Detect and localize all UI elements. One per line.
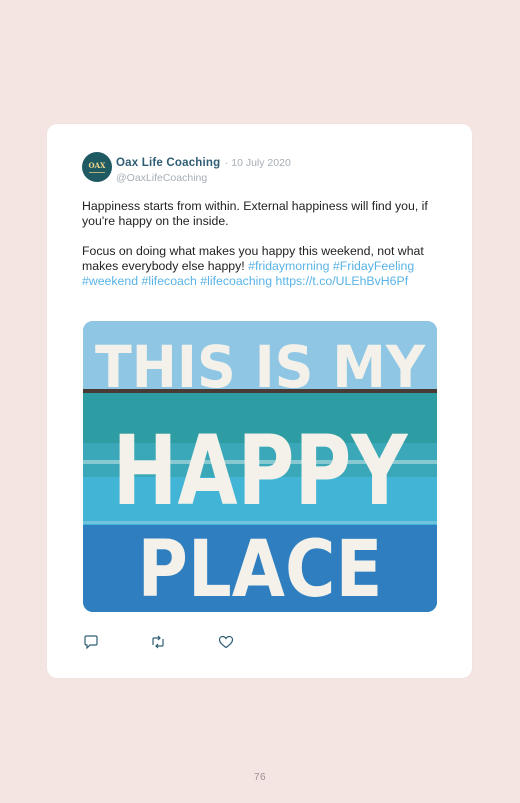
reply-icon[interactable] bbox=[83, 635, 99, 650]
url-link[interactable]: https://t.co/ULEhBvH6Pf bbox=[276, 274, 409, 288]
sign-text-line-1: THIS IS MY bbox=[95, 333, 426, 401]
account-handle[interactable]: @OaxLifeCoaching bbox=[116, 172, 291, 184]
tweet-date[interactable]: · 10 July 2020 bbox=[225, 157, 291, 169]
account-name[interactable]: Oax Life Coaching bbox=[116, 157, 220, 169]
sign-text-line-2: HAPPY bbox=[113, 415, 409, 527]
tweet-image[interactable]: THIS IS MY HAPPY PLACE bbox=[83, 321, 437, 612]
avatar[interactable]: OAX bbox=[82, 152, 112, 182]
tweet-text: Happiness starts from within. External h… bbox=[82, 199, 432, 304]
hashtag-link[interactable]: #lifecoaching bbox=[200, 274, 272, 288]
heart-icon[interactable] bbox=[218, 635, 234, 649]
avatar-logo-underline bbox=[89, 171, 105, 173]
tweet-card: OAX Oax Life Coaching · 10 July 2020 @Oa… bbox=[47, 124, 472, 678]
tweet-paragraph-1: Happiness starts from within. External h… bbox=[82, 199, 428, 228]
page-number: 76 bbox=[253, 772, 267, 783]
retweet-icon[interactable] bbox=[150, 635, 166, 649]
hashtag-link[interactable]: #FridayFeeling bbox=[333, 259, 414, 273]
hashtag-link[interactable]: #lifecoach bbox=[142, 274, 197, 288]
happy-place-sign: THIS IS MY HAPPY PLACE bbox=[83, 321, 437, 612]
tweet-paragraph-2: Focus on doing what makes you happy this… bbox=[82, 244, 432, 289]
sign-text-line-3: PLACE bbox=[138, 525, 383, 612]
avatar-logo-text: OAX bbox=[88, 160, 106, 170]
hashtag-link[interactable]: #fridaymorning bbox=[248, 259, 329, 273]
tweet-header: Oax Life Coaching · 10 July 2020 @OaxLif… bbox=[116, 153, 291, 184]
hashtag-link[interactable]: #weekend bbox=[82, 274, 138, 288]
